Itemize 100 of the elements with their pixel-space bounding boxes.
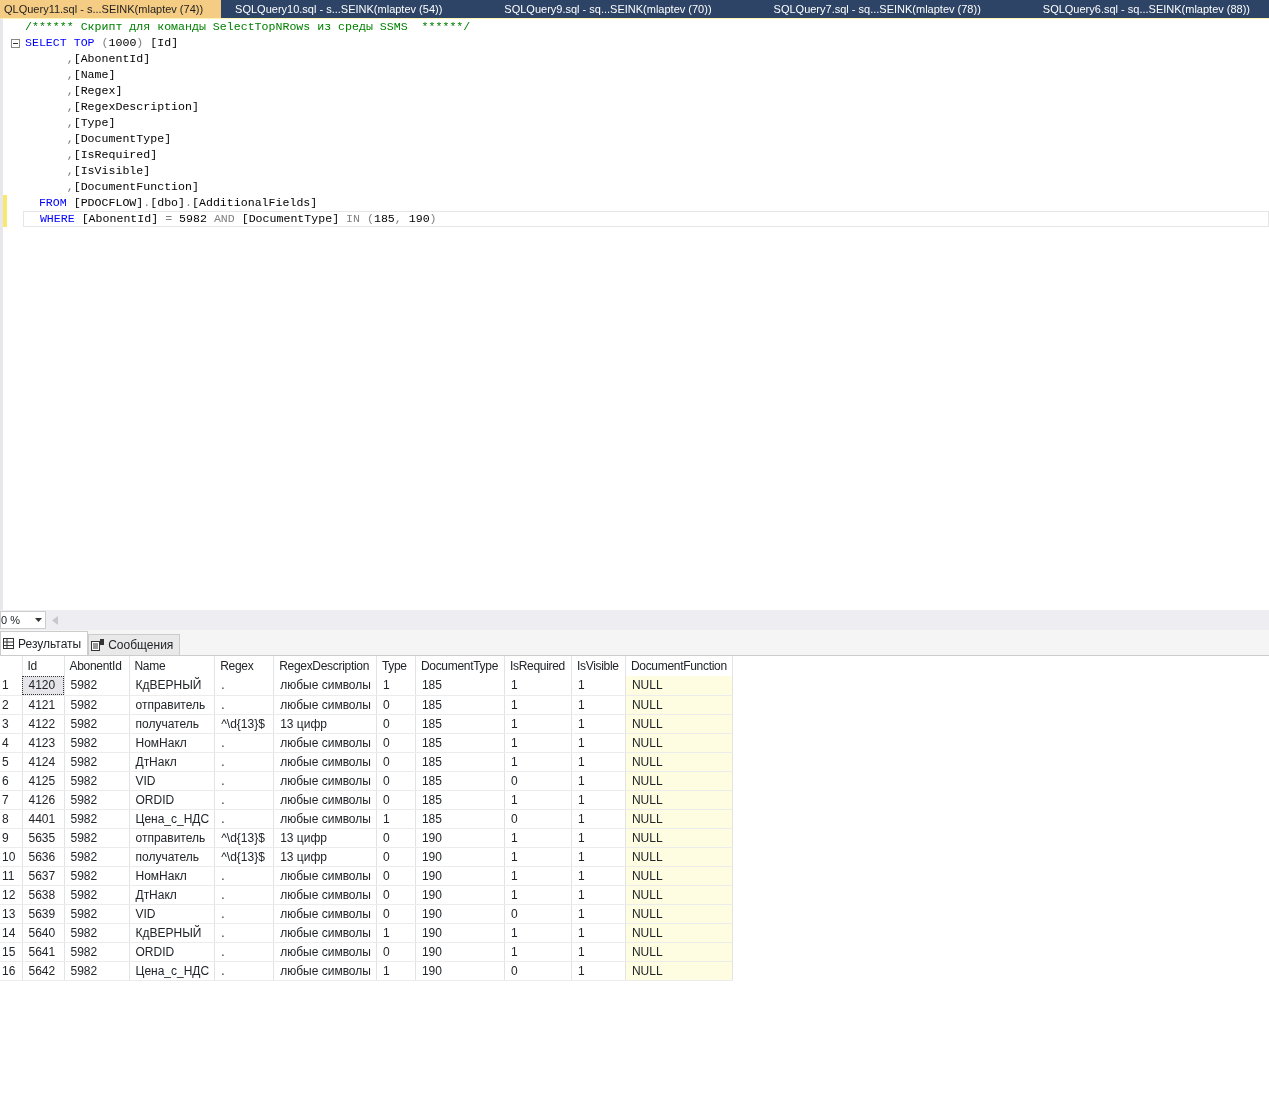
table-cell: 185	[415, 752, 505, 771]
column-header[interactable]: IsVisible	[571, 656, 626, 676]
table-cell: 5982	[64, 828, 129, 847]
table-cell: 13 цифр	[273, 828, 377, 847]
row-number: 7	[0, 790, 22, 809]
table-cell: 5982	[64, 714, 129, 733]
table-cell: 1	[571, 771, 626, 790]
column-header[interactable]: AbonentId	[64, 656, 129, 676]
table-cell: 4401	[22, 809, 64, 828]
table-cell: 1	[504, 752, 572, 771]
row-number: 13	[0, 904, 22, 923]
table-cell: 1	[376, 961, 416, 980]
table-cell: 190	[415, 942, 505, 961]
table-cell: НомНакл	[129, 866, 215, 885]
row-number: 5	[0, 752, 22, 771]
table-cell: 1	[571, 904, 626, 923]
table-cell: любые символы	[273, 771, 377, 790]
table-cell: ^\d{13}$	[214, 828, 274, 847]
table-cell: 0	[376, 771, 416, 790]
collapse-icon[interactable]	[11, 38, 20, 48]
row-number: 4	[0, 733, 22, 752]
results-tab[interactable]: Сообщения	[88, 634, 181, 655]
table-cell: 0	[376, 885, 416, 904]
table-cell: 1	[504, 695, 572, 714]
table-cell: 0	[376, 714, 416, 733]
column-header[interactable]: DocumentType	[415, 656, 505, 676]
row-number: 8	[0, 809, 22, 828]
table-cell: 5638	[22, 885, 64, 904]
table-cell: 1	[571, 866, 626, 885]
code-line: SELECT TOP (1000) [Id]	[24, 35, 179, 51]
table-cell: 1	[504, 847, 572, 866]
row-number: 11	[0, 866, 22, 885]
code-line: ,[Type]	[65, 115, 116, 131]
column-header[interactable]: Name	[129, 656, 215, 676]
table-cell: .	[214, 790, 274, 809]
table-cell: 5635	[22, 828, 64, 847]
table-cell: 1	[504, 923, 572, 942]
document-tab[interactable]: QLQuery11.sql - s...SEINK(mlaptev (74))	[0, 0, 222, 18]
table-cell: ДтНакл	[129, 752, 215, 771]
document-tab[interactable]: SQLQuery7.sql - sq...SEINK(mlaptev (78))	[769, 0, 999, 18]
table-cell: ORDID	[129, 942, 215, 961]
column-header[interactable]: Type	[376, 656, 416, 676]
table-cell: 0	[376, 695, 416, 714]
document-tab[interactable]: SQLQuery6.sql - sq...SEINK(mlaptev (88))	[1038, 0, 1269, 18]
table-cell: 185	[415, 809, 505, 828]
table-cell: 1	[504, 714, 572, 733]
table-cell: ^\d{13}$	[214, 847, 274, 866]
table-cell: 5982	[64, 771, 129, 790]
table-cell: .	[214, 771, 274, 790]
table-cell: 4120	[22, 676, 64, 695]
table-cell: .	[214, 942, 274, 961]
row-number: 3	[0, 714, 22, 733]
table-cell: 1	[571, 790, 626, 809]
table-cell: .	[214, 676, 274, 695]
document-tab[interactable]: SQLQuery10.sql - s...SEINK(mlaptev (54))	[231, 0, 461, 18]
column-header[interactable]: IsRequired	[504, 656, 572, 676]
table-cell: 1	[571, 752, 626, 771]
table-cell: любые символы	[273, 676, 377, 695]
table-cell: 4124	[22, 752, 64, 771]
table-cell: 1	[376, 923, 416, 942]
table-cell: 5982	[64, 942, 129, 961]
table-cell: 5982	[64, 866, 129, 885]
table-cell: 5982	[64, 695, 129, 714]
table-cell: 1	[504, 790, 572, 809]
table-cell: любые символы	[273, 790, 377, 809]
table-cell: 190	[415, 866, 505, 885]
table-cell: ORDID	[129, 790, 215, 809]
table-cell: любые символы	[273, 733, 377, 752]
table-cell: 5642	[22, 961, 64, 980]
code-line: ,[IsVisible]	[65, 163, 151, 179]
column-header[interactable]: RegexDescription	[273, 656, 377, 676]
table-cell: 190	[415, 923, 505, 942]
table-cell: 13 цифр	[273, 714, 377, 733]
table-cell: 1	[571, 828, 626, 847]
document-tab[interactable]: SQLQuery9.sql - sq...SEINK(mlaptev (70))	[500, 0, 730, 18]
table-cell: 1	[571, 847, 626, 866]
table-cell: 5982	[64, 790, 129, 809]
table-cell: 185	[415, 714, 505, 733]
table-cell: любые символы	[273, 923, 377, 942]
table-cell: КдВЕРНЫЙ	[129, 923, 215, 942]
zoom-dropdown[interactable]: 0 %	[0, 611, 46, 629]
table-cell: .	[214, 961, 274, 980]
table-cell: 190	[415, 885, 505, 904]
table-cell: 5982	[64, 885, 129, 904]
results-tab[interactable]: Результаты	[0, 631, 89, 655]
table-cell: отправитель	[129, 828, 215, 847]
table-cell: .	[214, 885, 274, 904]
table-cell: 190	[415, 847, 505, 866]
table-cell: 0	[376, 904, 416, 923]
table-cell: 1	[504, 942, 572, 961]
code-line: FROM [PDOCFLOW].[dbo].[AdditionalFields]	[37, 195, 318, 211]
table-cell: Цена_с_НДС	[129, 961, 215, 980]
column-header[interactable]: Regex	[214, 656, 274, 676]
table-cell: 0	[376, 752, 416, 771]
table-cell: 185	[415, 733, 505, 752]
table-cell: 4125	[22, 771, 64, 790]
document-icon	[91, 639, 105, 651]
table-cell: 1	[571, 695, 626, 714]
table-cell: NULL	[625, 676, 733, 695]
table-cell: 5982	[64, 676, 129, 695]
